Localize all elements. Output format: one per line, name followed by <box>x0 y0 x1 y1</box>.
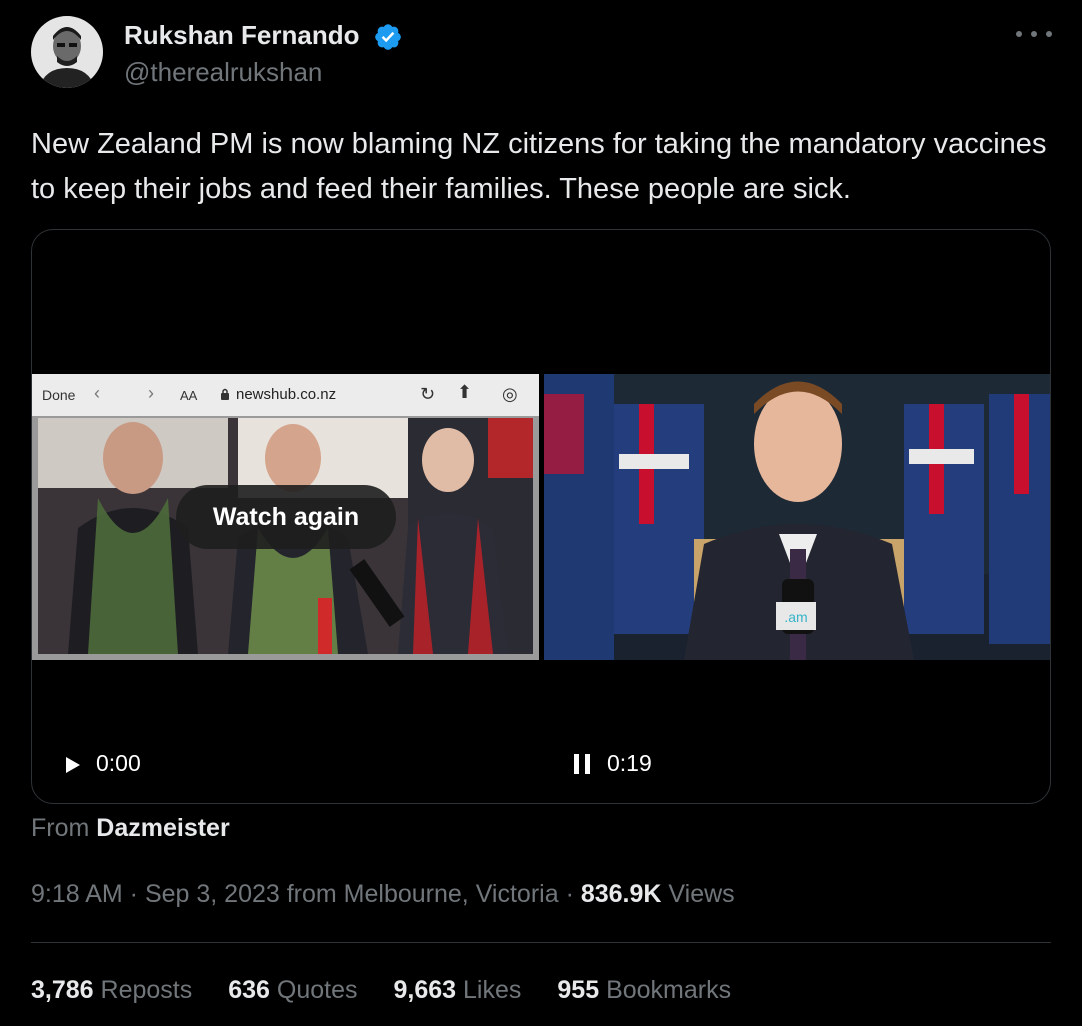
more-options-icon[interactable] <box>1016 22 1052 46</box>
browser-url: newshub.co.nz <box>236 386 337 403</box>
browser-done-label: Done <box>42 387 76 403</box>
from-label: From <box>31 814 90 842</box>
user-handle[interactable]: @therealrukshan <box>124 57 322 88</box>
video-player[interactable]: Done ‹ › AA newshub.co.nz ↻ ⬆ ◎ Watch ag… <box>31 229 1051 804</box>
likes-stat[interactable]: 9,663 Likes <box>394 976 522 1005</box>
likes-label: Likes <box>463 976 522 1004</box>
bookmarks-count: 955 <box>557 976 600 1004</box>
share-icon: ⬆ <box>457 382 473 402</box>
tweet-time[interactable]: 9:18 AM <box>31 880 123 908</box>
verified-badge-icon <box>375 24 401 50</box>
chevron-left-icon: ‹ <box>94 383 100 403</box>
meta-separator: · <box>122 880 145 908</box>
user-name[interactable]: Rukshan Fernando <box>124 20 359 51</box>
views-count: 836.9K <box>580 880 662 908</box>
tweet-meta: 9:18 AM · Sep 3, 2023 from Melbourne, Vi… <box>31 880 735 909</box>
tweet-date-location[interactable]: Sep 3, 2023 from Melbourne, Victoria <box>145 880 559 908</box>
quotes-label: Quotes <box>276 976 358 1004</box>
reposts-label: Reposts <box>100 976 193 1004</box>
bookmarks-stat[interactable]: 955 Bookmarks <box>557 976 731 1005</box>
video-time-right: 0:19 <box>607 750 652 776</box>
video-attribution: From Dazmeister <box>31 814 230 843</box>
engagement-stats: 3,786 Reposts 636 Quotes 9,663 Likes 955… <box>31 976 731 1005</box>
browser-toolbar: Done ‹ › AA newshub.co.nz ↻ ⬆ ◎ <box>32 374 539 416</box>
avatar[interactable] <box>31 16 103 88</box>
watch-again-button[interactable]: Watch again <box>176 485 396 549</box>
svg-text:.am: .am <box>784 609 807 625</box>
video-time-left: 0:00 <box>96 750 141 776</box>
browser-text-size-label: AA <box>180 388 198 403</box>
source-link[interactable]: Dazmeister <box>96 814 229 842</box>
views-label: Views <box>668 880 735 908</box>
reposts-count: 3,786 <box>31 976 94 1004</box>
tweet-text: New Zealand PM is now blaming NZ citizen… <box>31 128 1047 205</box>
reposts-stat[interactable]: 3,786 Reposts <box>31 976 192 1005</box>
pause-icon[interactable] <box>574 754 590 774</box>
quotes-stat[interactable]: 636 Quotes <box>228 976 357 1005</box>
quotes-count: 636 <box>228 976 270 1004</box>
reload-icon: ↻ <box>420 384 436 404</box>
likes-count: 9,663 <box>393 976 457 1004</box>
divider <box>31 942 1051 943</box>
chevron-right-icon: › <box>148 383 154 403</box>
bookmarks-label: Bookmarks <box>606 976 732 1004</box>
lock-icon <box>221 388 229 400</box>
meta-separator: · <box>558 880 581 908</box>
video-frame-right: .am <box>544 374 1050 660</box>
play-icon[interactable] <box>64 755 82 775</box>
compass-icon: ◎ <box>502 384 518 404</box>
